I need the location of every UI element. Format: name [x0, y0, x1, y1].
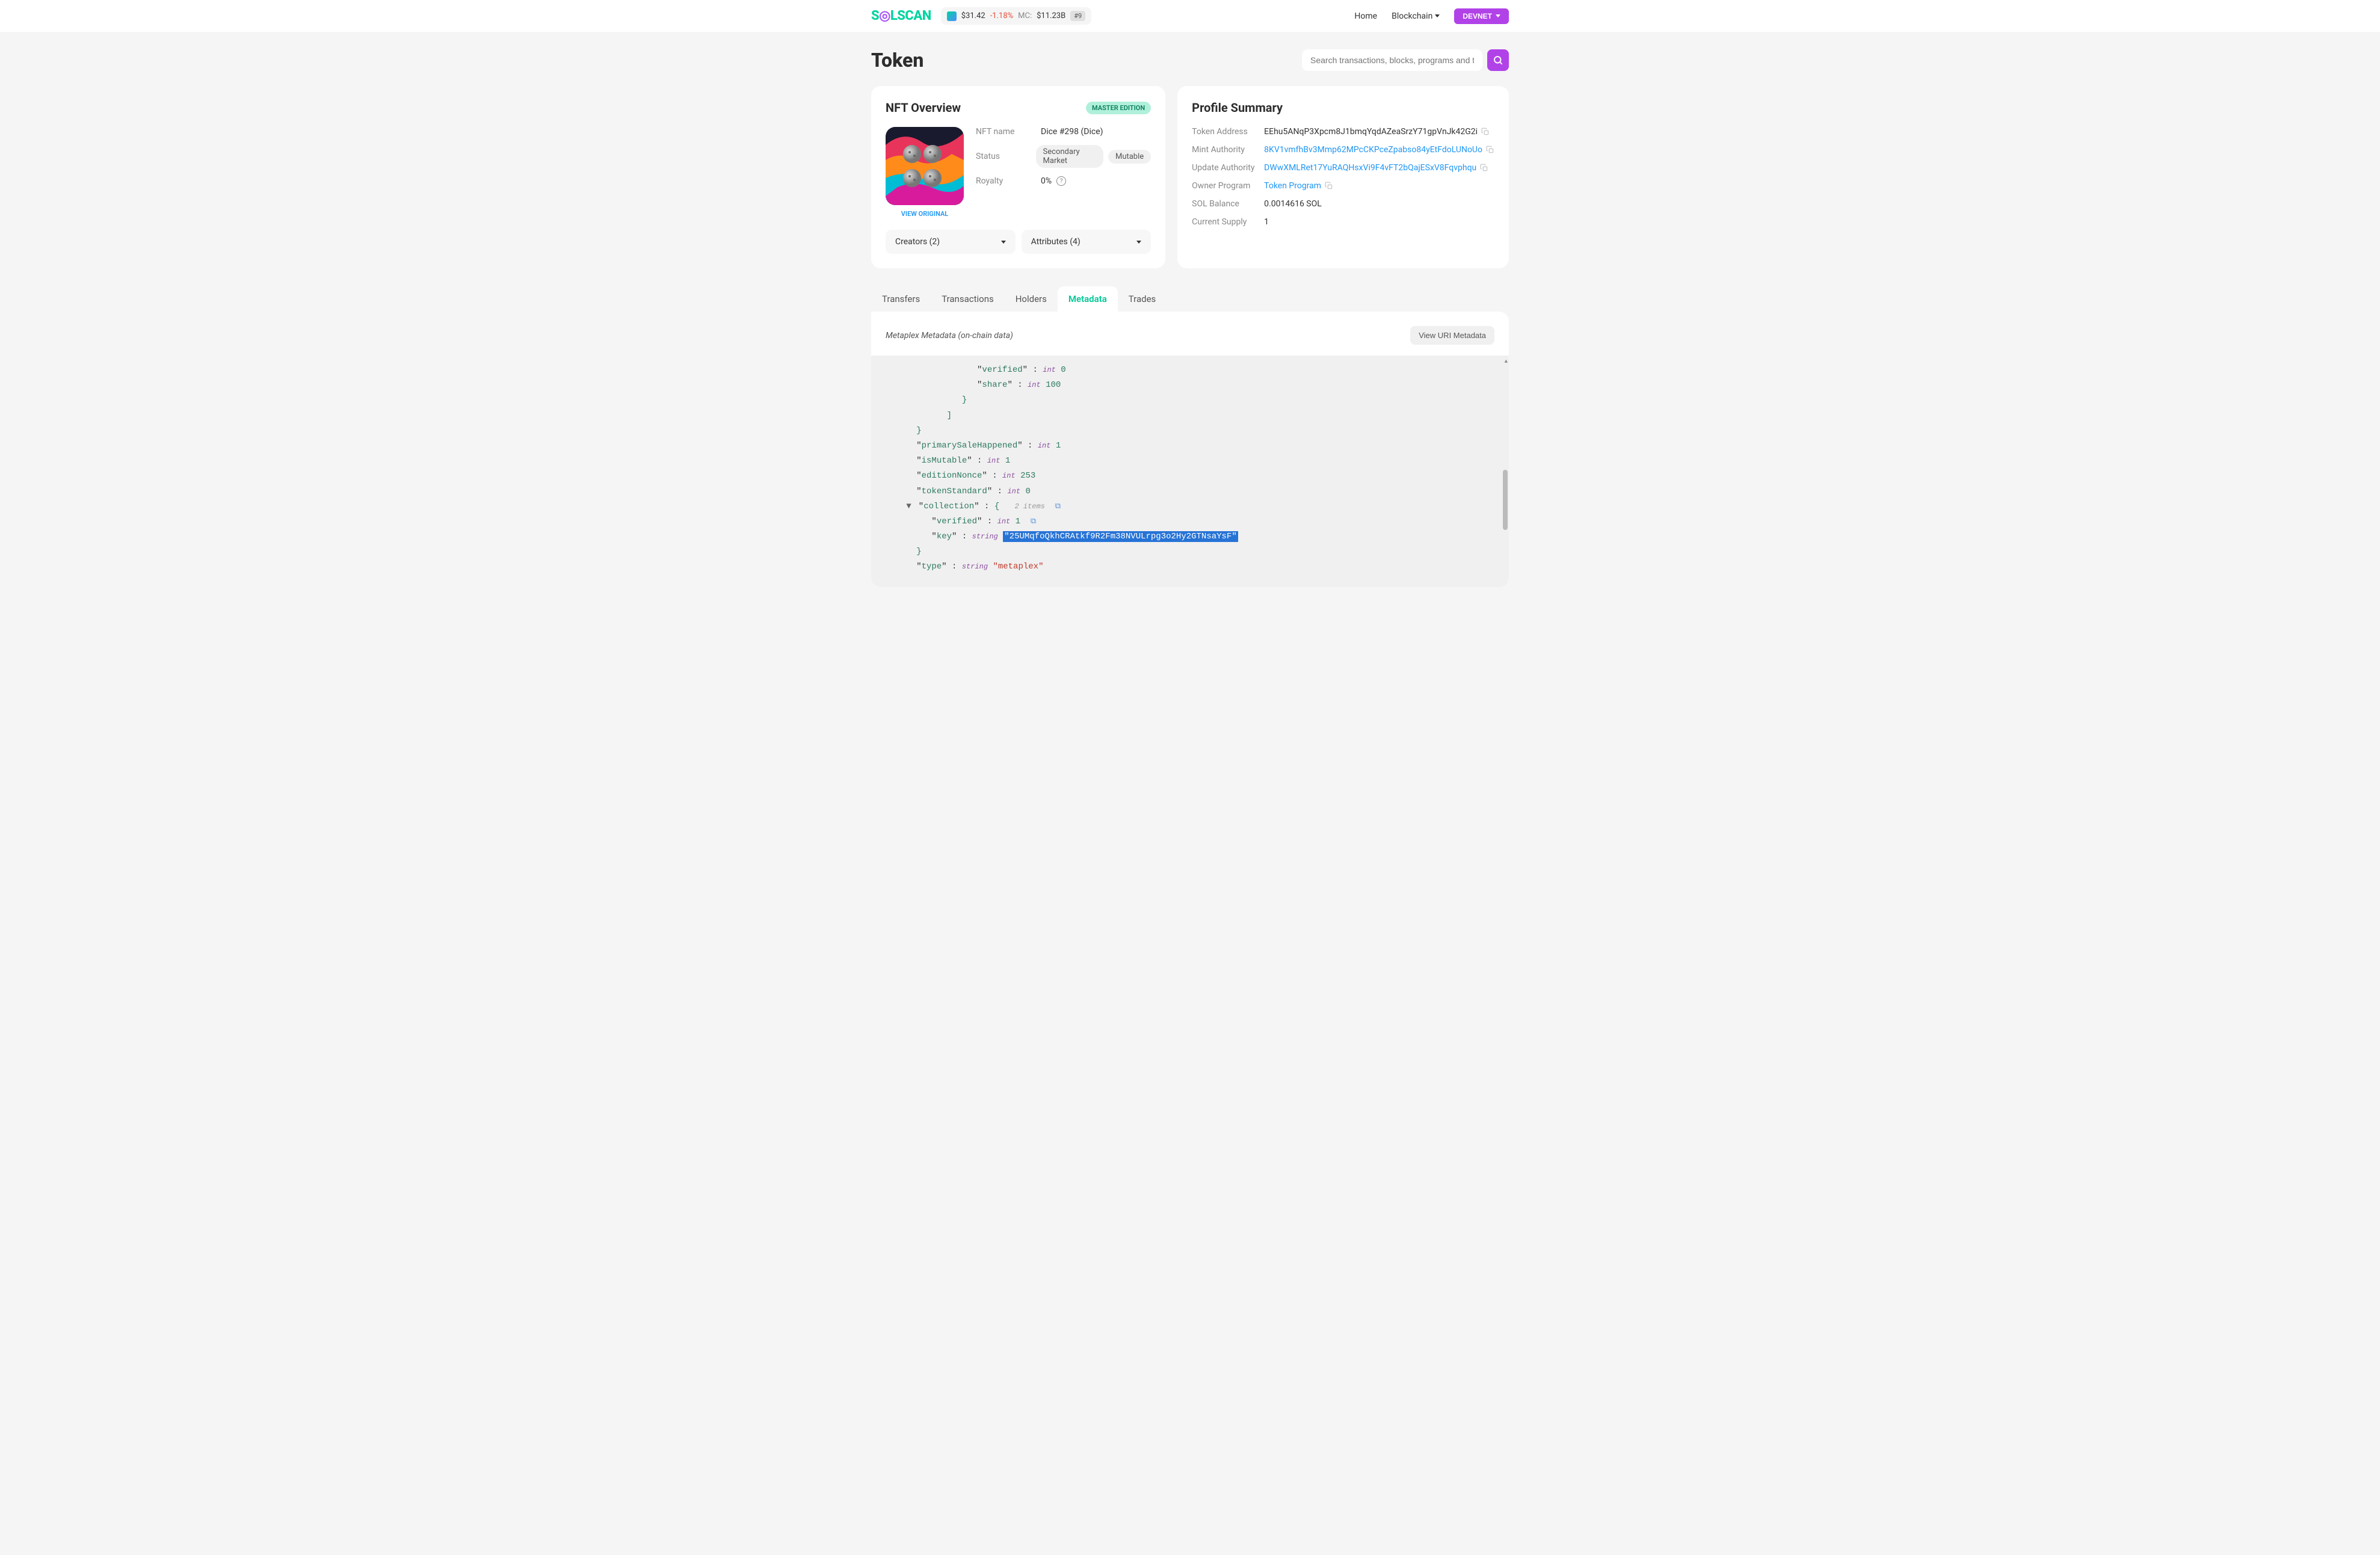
tabs-nav: Transfers Transactions Holders Metadata … — [871, 286, 1509, 312]
tab-transfers[interactable]: Transfers — [871, 286, 931, 312]
update-authority-label: Update Authority — [1192, 163, 1264, 173]
token-address-label: Token Address — [1192, 127, 1264, 137]
nft-image — [886, 127, 964, 205]
tab-holders[interactable]: Holders — [1005, 286, 1058, 312]
chevron-down-icon — [1496, 14, 1500, 17]
price-value: $31.42 — [961, 11, 985, 20]
sol-icon — [947, 11, 957, 21]
search-icon — [1493, 55, 1503, 66]
help-icon[interactable]: ? — [1056, 176, 1066, 186]
clipboard-icon[interactable]: ⧉ — [1031, 517, 1036, 526]
logo[interactable]: S◎LSCAN — [871, 8, 931, 23]
network-select-button[interactable]: DEVNET — [1454, 8, 1509, 24]
royalty-value: 0% — [1041, 176, 1052, 186]
profile-summary-card: Profile Summary Token Address EEhu5ANqP3… — [1177, 86, 1509, 268]
copy-icon[interactable] — [1480, 164, 1488, 172]
price-pill: $31.42 -1.18% MC: $11.23B #9 — [941, 7, 1091, 25]
rank-badge: #9 — [1070, 11, 1085, 21]
owner-program-label: Owner Program — [1192, 181, 1264, 191]
mc-label: MC: — [1018, 11, 1032, 20]
nft-overview-title: NFT Overview — [886, 100, 961, 115]
nft-name-value: Dice #298 (Dice) — [1041, 127, 1103, 137]
tab-transactions[interactable]: Transactions — [931, 286, 1005, 312]
attributes-label: Attributes (4) — [1031, 237, 1081, 247]
json-collapse-toggle[interactable]: ▼ — [906, 499, 913, 514]
sol-balance-value: 0.0014616 SOL — [1264, 199, 1322, 209]
tab-trades[interactable]: Trades — [1118, 286, 1167, 312]
nav-blockchain-label: Blockchain — [1392, 11, 1432, 21]
search-button[interactable] — [1487, 49, 1509, 71]
attributes-dropdown[interactable]: Attributes (4) — [1022, 230, 1151, 254]
sol-balance-label: SOL Balance — [1192, 199, 1264, 209]
price-change: -1.18% — [990, 11, 1013, 20]
top-header: S◎LSCAN $31.42 -1.18% MC: $11.23B #9 Hom… — [0, 0, 2380, 32]
search-input[interactable] — [1302, 49, 1482, 71]
scroll-up-arrow[interactable]: ▲ — [1505, 357, 1508, 366]
view-original-link[interactable]: VIEW ORIGINAL — [901, 210, 948, 218]
current-supply-value: 1 — [1264, 217, 1269, 227]
owner-program-link[interactable]: Token Program — [1264, 181, 1321, 191]
json-viewer[interactable]: ▲ "verified" : int 0 "share" : int 100 }… — [871, 356, 1509, 587]
page-title: Token — [871, 49, 923, 72]
nft-overview-card: NFT Overview MASTER EDITION — [871, 86, 1165, 268]
status-pill-secondary: Secondary Market — [1036, 145, 1103, 168]
update-authority-link[interactable]: DWwXMLRet17YuRAQHsxVi9F4vFT2bQajESxV8Fqv… — [1264, 163, 1476, 173]
scrollbar-thumb[interactable] — [1503, 470, 1508, 530]
mc-value: $11.23B — [1037, 11, 1065, 20]
tab-metadata[interactable]: Metadata — [1058, 286, 1118, 312]
profile-summary-title: Profile Summary — [1192, 100, 1283, 115]
royalty-label: Royalty — [976, 176, 1041, 186]
metadata-title: Metaplex Metadata (on-chain data) — [886, 331, 1013, 340]
status-label: Status — [976, 152, 1036, 161]
nav-home[interactable]: Home — [1354, 11, 1377, 21]
token-address-value: EEhu5ANqP3Xpcm8J1bmqYqdAZeaSrzY71gpVnJk4… — [1264, 127, 1478, 137]
mint-authority-label: Mint Authority — [1192, 145, 1264, 155]
view-uri-metadata-button[interactable]: View URI Metadata — [1410, 326, 1494, 345]
creators-label: Creators (2) — [895, 237, 940, 247]
mint-authority-link[interactable]: 8KV1vmfhBv3Mmp62MPcCKPceZpabso84yEtFdoLU… — [1264, 145, 1482, 155]
chevron-down-icon — [1435, 14, 1440, 17]
network-label: DEVNET — [1463, 12, 1492, 20]
nav-blockchain[interactable]: Blockchain — [1392, 11, 1440, 21]
chevron-down-icon — [1001, 241, 1006, 244]
json-selected-value: "25UMqfoQkhCRAtkf9R2Fm38NVULrpg3o2Hy2GTN… — [1003, 531, 1238, 542]
chevron-down-icon — [1136, 241, 1141, 244]
page-header: Token — [0, 32, 2380, 86]
master-edition-badge: MASTER EDITION — [1086, 102, 1151, 114]
copy-icon[interactable] — [1486, 146, 1494, 154]
copy-icon[interactable] — [1325, 182, 1333, 190]
nft-name-label: NFT name — [976, 127, 1041, 137]
creators-dropdown[interactable]: Creators (2) — [886, 230, 1016, 254]
current-supply-label: Current Supply — [1192, 217, 1264, 227]
clipboard-icon[interactable]: ⧉ — [1055, 502, 1061, 511]
copy-icon[interactable] — [1481, 128, 1490, 136]
metadata-panel: Metaplex Metadata (on-chain data) View U… — [871, 312, 1509, 587]
status-pill-mutable: Mutable — [1108, 150, 1151, 164]
